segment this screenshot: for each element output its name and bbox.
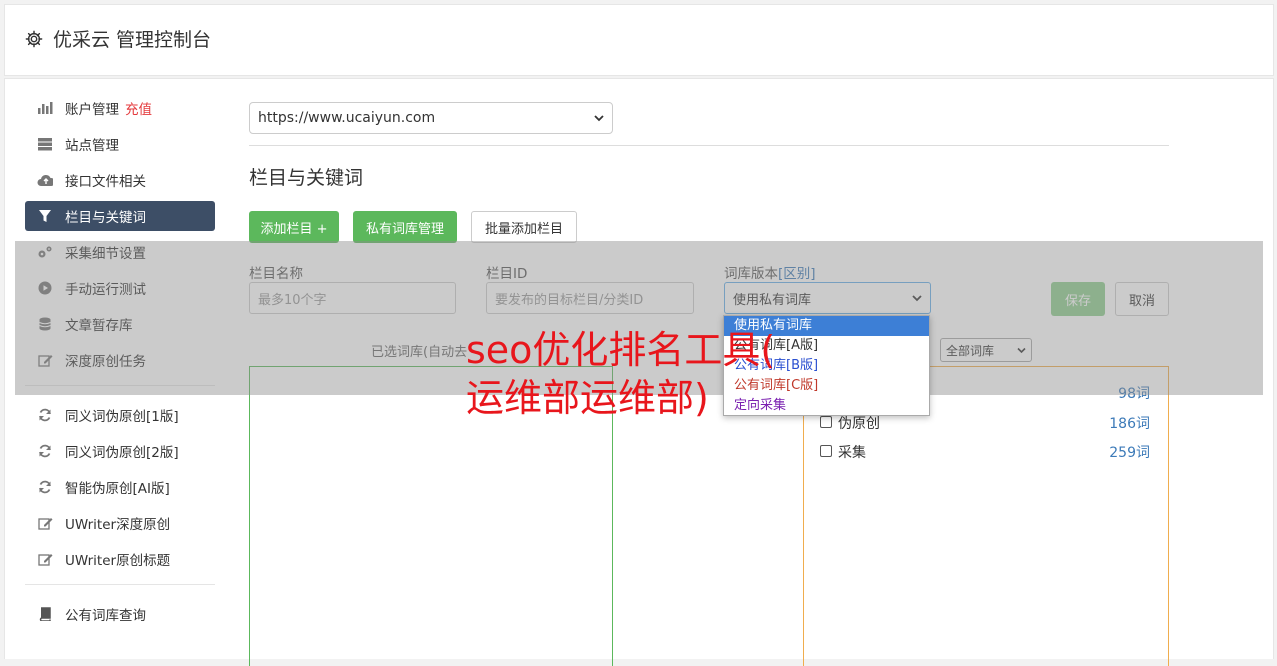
lib-row-count: 259词 (1109, 445, 1150, 461)
header-card: 优采云 管理控制台 (4, 4, 1274, 76)
add-column-button[interactable]: 添加栏目 + (249, 211, 339, 243)
private-lib-button[interactable]: 私有词库管理 (353, 211, 457, 243)
sidebar-item-label: 智能伪原创[AI版] (65, 481, 170, 497)
sidebar-item-ai-rewrite[interactable]: 智能伪原创[AI版] (25, 472, 215, 502)
server-icon (37, 136, 53, 152)
bar-chart-icon (37, 100, 53, 116)
sidebar-item-label: 站点管理 (65, 138, 119, 154)
sidebar-item-public-lib-query[interactable]: 公有词库查询 (25, 599, 215, 629)
divider (249, 145, 1169, 146)
dropdown-option[interactable]: 定向采集 (724, 396, 929, 416)
sidebar-item-uwriter-deep[interactable]: UWriter深度原创 (25, 508, 215, 538)
sidebar-item-label: 同义词伪原创[1版] (65, 409, 179, 425)
lib-row-count: 186词 (1109, 416, 1150, 432)
sidebar-item-label: 账户管理 (65, 102, 119, 118)
refresh-icon (37, 443, 53, 459)
sidebar-item-uwriter-title[interactable]: UWriter原创标题 (25, 544, 215, 574)
checkbox[interactable] (820, 445, 832, 457)
sidebar-item-label: UWriter原创标题 (65, 553, 171, 569)
sidebar-item-label: 同义词伪原创[2版] (65, 445, 179, 461)
chevron-down-icon (594, 110, 604, 126)
dropdown-option[interactable]: 使用私有词库 (724, 316, 929, 336)
batch-add-button[interactable]: 批量添加栏目 (471, 211, 577, 243)
cloud-upload-icon (37, 172, 53, 188)
section-title: 栏目与关键词 (249, 167, 364, 189)
filter-icon (37, 208, 53, 224)
dropdown-option[interactable]: 公有词库[C版] (724, 376, 929, 396)
site-select-value: https://www.ucaiyun.com (258, 110, 436, 126)
lib-row-label: 伪原创 (838, 416, 880, 432)
dropdown-option[interactable]: 公有词库[A版] (724, 336, 929, 356)
sidebar-item-label: 公有词库查询 (65, 608, 146, 624)
site-select[interactable]: https://www.ucaiyun.com (249, 102, 613, 134)
refresh-icon (37, 407, 53, 423)
sidebar-divider (25, 584, 215, 585)
lib-row[interactable]: 采集 259词 (820, 442, 1150, 462)
sidebar-item-account[interactable]: 账户管理 充值 (25, 93, 215, 123)
book-icon (37, 606, 53, 622)
sidebar-item-label: 接口文件相关 (65, 174, 146, 190)
app-title: 优采云 管理控制台 (53, 29, 212, 51)
overlay-band (15, 241, 1263, 395)
edit-icon (37, 551, 53, 567)
lib-row[interactable]: 伪原创 186词 (820, 413, 1150, 433)
sidebar-item-synonym-v2[interactable]: 同义词伪原创[2版] (25, 436, 215, 466)
recharge-link[interactable]: 充值 (125, 98, 152, 118)
gear-icon (25, 30, 43, 47)
sidebar-item-interface-files[interactable]: 接口文件相关 (25, 165, 215, 195)
selected-lib-box[interactable] (249, 366, 613, 666)
page-header: 优采云 管理控制台 (25, 25, 211, 52)
sidebar-item-columns-keywords[interactable]: 栏目与关键词 (25, 201, 215, 231)
sidebar-item-sites[interactable]: 站点管理 (25, 129, 215, 159)
edit-icon (37, 515, 53, 531)
sidebar-item-label: UWriter深度原创 (65, 517, 171, 533)
sidebar-item-synonym-v1[interactable]: 同义词伪原创[1版] (25, 400, 215, 430)
lib-row-label: 采集 (838, 445, 866, 461)
refresh-icon (37, 479, 53, 495)
lib-version-dropdown[interactable]: 使用私有词库 公有词库[A版] 公有词库[B版] 公有词库[C版] 定向采集 (723, 315, 930, 416)
dropdown-option[interactable]: 公有词库[B版] (724, 356, 929, 376)
checkbox[interactable] (820, 416, 832, 428)
sidebar-item-label: 栏目与关键词 (65, 210, 146, 226)
